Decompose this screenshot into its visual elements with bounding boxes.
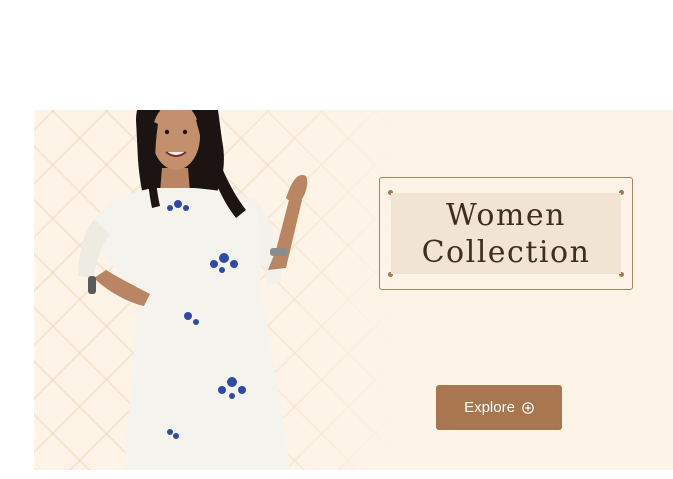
model-dress: [92, 188, 290, 470]
model-image: [78, 110, 308, 470]
collection-title: Women Collection: [421, 197, 591, 270]
collection-title-box: Women Collection: [391, 193, 621, 274]
plus-circle-icon: [522, 401, 534, 414]
explore-button-label: Explore: [464, 399, 515, 416]
hero-banner: Women Collection Explore: [34, 110, 673, 470]
explore-button[interactable]: Explore: [436, 385, 562, 430]
collection-title-frame: Women Collection: [379, 177, 633, 290]
